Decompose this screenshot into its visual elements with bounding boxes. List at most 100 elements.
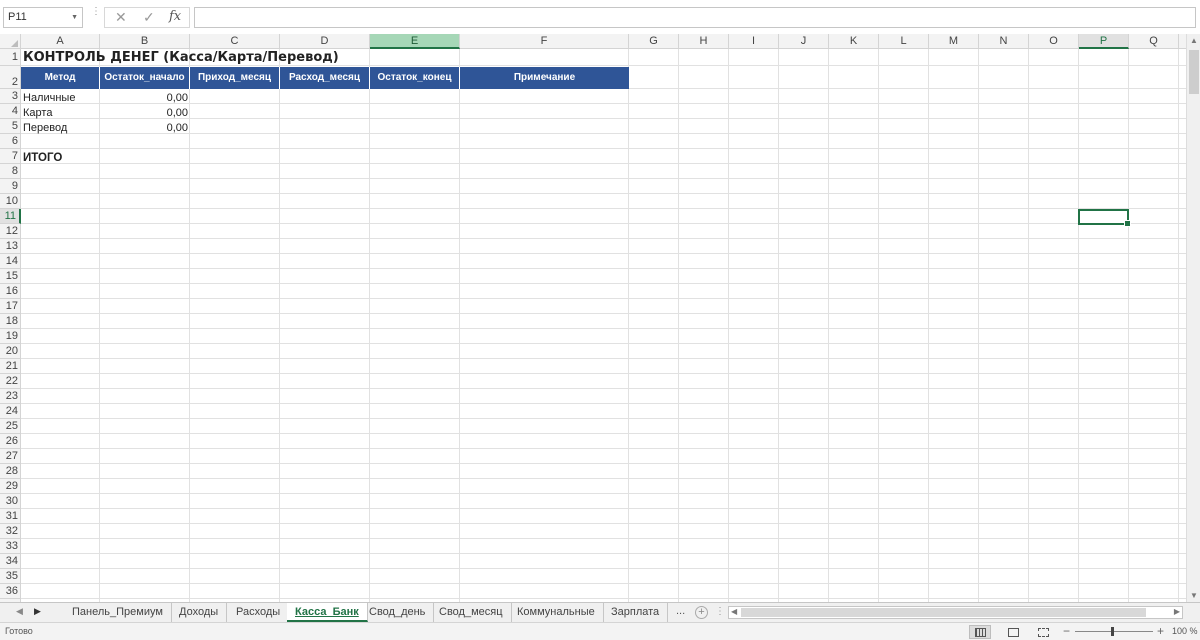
method-cell[interactable]: Перевод: [23, 121, 67, 136]
column-header-o[interactable]: O: [1029, 34, 1079, 49]
row-header-11[interactable]: 11: [0, 209, 21, 224]
row-header-33[interactable]: 33: [0, 539, 21, 554]
column-header-h[interactable]: H: [679, 34, 729, 49]
column-header-j[interactable]: J: [779, 34, 829, 49]
scroll-thumb[interactable]: [1189, 50, 1199, 94]
header-cell-start-balance[interactable]: Остаток_начало: [100, 67, 190, 89]
sheet-tab[interactable]: Коммунальные: [509, 603, 604, 622]
cell-area[interactable]: КОНТРОЛЬ ДЕНЕГ (Касса/Карта/Перевод) Мет…: [21, 49, 1186, 602]
sheet-tab[interactable]: Свод_месяц: [431, 603, 512, 622]
row-header-20[interactable]: 20: [0, 344, 21, 359]
column-header-i[interactable]: I: [729, 34, 779, 49]
row-header-3[interactable]: 3: [0, 89, 21, 104]
row-header-34[interactable]: 34: [0, 554, 21, 569]
spreadsheet-grid[interactable]: ABCDEFGHIJKLMNOPQ 1 2 3 4 5 6 7 8 9 10 11 12 13 14 15 1…: [0, 34, 1186, 602]
total-label[interactable]: ИТОГО: [23, 151, 62, 166]
column-header-n[interactable]: N: [979, 34, 1029, 49]
row-header-15[interactable]: 15: [0, 269, 21, 284]
column-header-e[interactable]: E: [370, 34, 460, 49]
cancel-icon[interactable]: ✕: [115, 9, 127, 26]
row-header-26[interactable]: 26: [0, 434, 21, 449]
row-header-25[interactable]: 25: [0, 419, 21, 434]
column-header-f[interactable]: F: [460, 34, 629, 49]
row-header-23[interactable]: 23: [0, 389, 21, 404]
row-header-31[interactable]: 31: [0, 509, 21, 524]
add-sheet-button[interactable]: +: [695, 606, 708, 619]
zoom-level[interactable]: 100 %: [1172, 626, 1198, 636]
column-header-a[interactable]: A: [21, 34, 100, 49]
row-header-17[interactable]: 17: [0, 299, 21, 314]
row-header-14[interactable]: 14: [0, 254, 21, 269]
sheet-tab[interactable]: Касса_Банк: [287, 603, 368, 622]
row-header-2[interactable]: 2: [0, 66, 21, 89]
method-cell[interactable]: Карта: [23, 106, 52, 121]
scroll-up-icon[interactable]: ▲: [1190, 36, 1198, 45]
row-header-21[interactable]: 21: [0, 359, 21, 374]
tab-scroll-right-icon[interactable]: ▶: [34, 606, 41, 617]
start-balance-cell[interactable]: 0,00: [100, 106, 190, 121]
scroll-left-icon[interactable]: ◀: [731, 607, 737, 616]
split-handle-icon[interactable]: ⋮: [715, 606, 725, 617]
vertical-scrollbar[interactable]: ▲ ▼: [1186, 34, 1200, 602]
column-header-q[interactable]: Q: [1129, 34, 1179, 49]
column-header-l[interactable]: L: [879, 34, 929, 49]
row-header-10[interactable]: 10: [0, 194, 21, 209]
row-header-18[interactable]: 18: [0, 314, 21, 329]
column-header-m[interactable]: M: [929, 34, 979, 49]
row-header-8[interactable]: 8: [0, 164, 21, 179]
row-header-7[interactable]: 7: [0, 149, 21, 164]
row-header-5[interactable]: 5: [0, 119, 21, 134]
header-cell-end-balance[interactable]: Остаток_конец: [370, 67, 460, 89]
column-header-d[interactable]: D: [280, 34, 370, 49]
row-header-19[interactable]: 19: [0, 329, 21, 344]
selected-cell[interactable]: [1078, 209, 1131, 227]
page-break-view-button[interactable]: [1032, 625, 1054, 639]
row-header-36[interactable]: 36: [0, 584, 21, 599]
row-header-9[interactable]: 9: [0, 179, 21, 194]
header-cell-method[interactable]: Метод: [21, 67, 100, 89]
enter-icon[interactable]: ✓: [143, 9, 155, 26]
row-header-28[interactable]: 28: [0, 464, 21, 479]
select-all-button[interactable]: [0, 34, 21, 49]
zoom-slider[interactable]: [1075, 631, 1153, 632]
header-cell-month-income[interactable]: Приход_месяц: [190, 67, 280, 89]
row-header-24[interactable]: 24: [0, 404, 21, 419]
column-header-k[interactable]: K: [829, 34, 879, 49]
column-header-b[interactable]: B: [100, 34, 190, 49]
column-header-p[interactable]: P: [1079, 34, 1129, 49]
sheet-tab[interactable]: Зарплата: [603, 603, 669, 622]
sheet-tab[interactable]: Свод_день: [361, 603, 435, 622]
sheet-tab[interactable]: Панель_Премиум: [64, 603, 172, 622]
zoom-in-button[interactable]: +: [1157, 624, 1164, 638]
row-header-1[interactable]: 1: [0, 49, 21, 66]
sheet-title[interactable]: КОНТРОЛЬ ДЕНЕГ (Касса/Карта/Перевод): [23, 50, 339, 65]
row-header-13[interactable]: 13: [0, 239, 21, 254]
column-header-c[interactable]: C: [190, 34, 280, 49]
row-header-27[interactable]: 27: [0, 449, 21, 464]
row-header-29[interactable]: 29: [0, 479, 21, 494]
zoom-slider-thumb[interactable]: [1111, 627, 1114, 636]
header-cell-note[interactable]: Примечание: [460, 67, 629, 89]
more-tabs-button[interactable]: ...: [676, 605, 685, 617]
row-header-16[interactable]: 16: [0, 284, 21, 299]
row-header-32[interactable]: 32: [0, 524, 21, 539]
start-balance-cell[interactable]: 0,00: [100, 91, 190, 106]
column-header-g[interactable]: G: [629, 34, 679, 49]
normal-view-button[interactable]: [969, 625, 991, 639]
insert-function-icon[interactable]: fx: [169, 9, 181, 24]
name-box[interactable]: P11 ▼: [3, 7, 83, 28]
horizontal-scrollbar[interactable]: ◀ ▶: [728, 606, 1183, 619]
scroll-right-icon[interactable]: ▶: [1174, 607, 1180, 616]
tab-scroll-left-icon[interactable]: ◀: [16, 606, 23, 617]
formula-input[interactable]: [194, 7, 1196, 28]
hscroll-thumb[interactable]: [741, 608, 1146, 617]
zoom-out-button[interactable]: −: [1063, 624, 1070, 638]
row-header-4[interactable]: 4: [0, 104, 21, 119]
row-header-35[interactable]: 35: [0, 569, 21, 584]
row-header-30[interactable]: 30: [0, 494, 21, 509]
row-header-22[interactable]: 22: [0, 374, 21, 389]
row-header-12[interactable]: 12: [0, 224, 21, 239]
row-header-6[interactable]: 6: [0, 134, 21, 149]
sheet-tab[interactable]: Расходы: [228, 603, 290, 622]
scroll-down-icon[interactable]: ▼: [1190, 591, 1198, 600]
